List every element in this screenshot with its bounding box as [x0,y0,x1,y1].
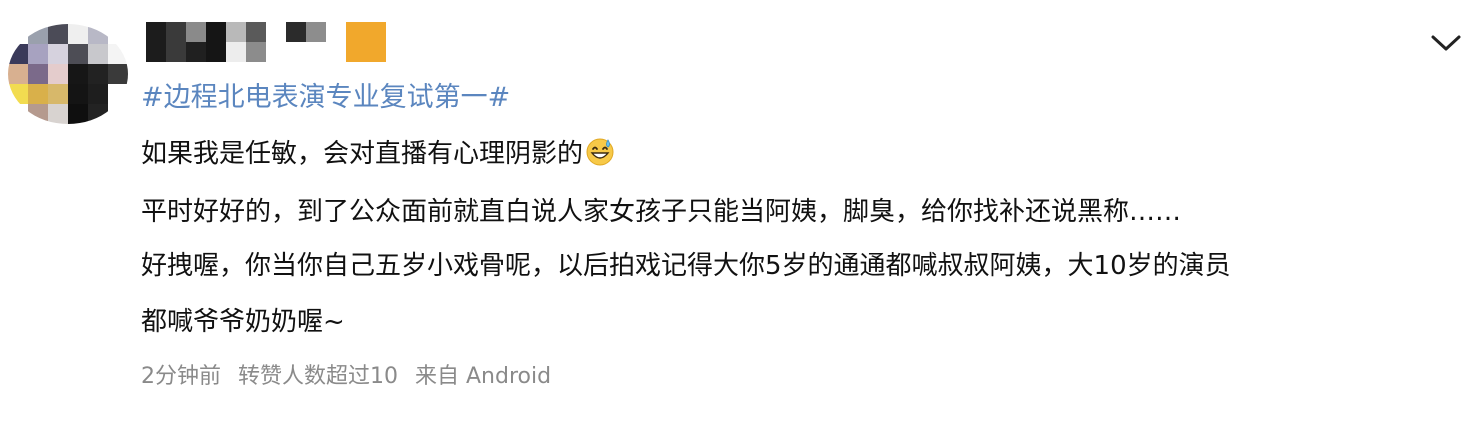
avatar[interactable] [8,24,128,124]
comment-line-text: 如果我是任敏，会对直播有心理阴影的 [141,139,584,169]
post-time[interactable]: 2分钟前 [141,364,221,389]
weibo-comment-card: #边程北电表演专业复试第一# 如果我是任敏，会对直播有心理阴影的 平时好好的，到… [0,0,1472,432]
post-source: 来自 Android [415,364,552,389]
sweat-smile-emoji-icon [585,137,615,167]
comment-line: 都喊爷爷奶奶喔~ [141,307,345,337]
comment-line: 如果我是任敏，会对直播有心理阴影的 [141,134,615,174]
comment-meta: 2分钟前 转赞人数超过10 来自 Android [141,360,551,394]
hashtag-link[interactable]: #边程北电表演专业复试第一# [141,78,510,118]
repost-count: 转赞人数超过10 [238,364,398,389]
comment-line: 平时好好的，到了公众面前就直白说人家女孩子只能当阿姨，脚臭，给你找补还说黑称…… [141,197,1182,227]
chevron-down-icon[interactable] [1428,28,1464,58]
comment-line: 好拽喔，你当你自己五岁小戏骨呢，以后拍戏记得大你5岁的通通都喊叔叔阿姨，大10岁… [141,251,1231,281]
username-redacted[interactable] [146,22,386,62]
